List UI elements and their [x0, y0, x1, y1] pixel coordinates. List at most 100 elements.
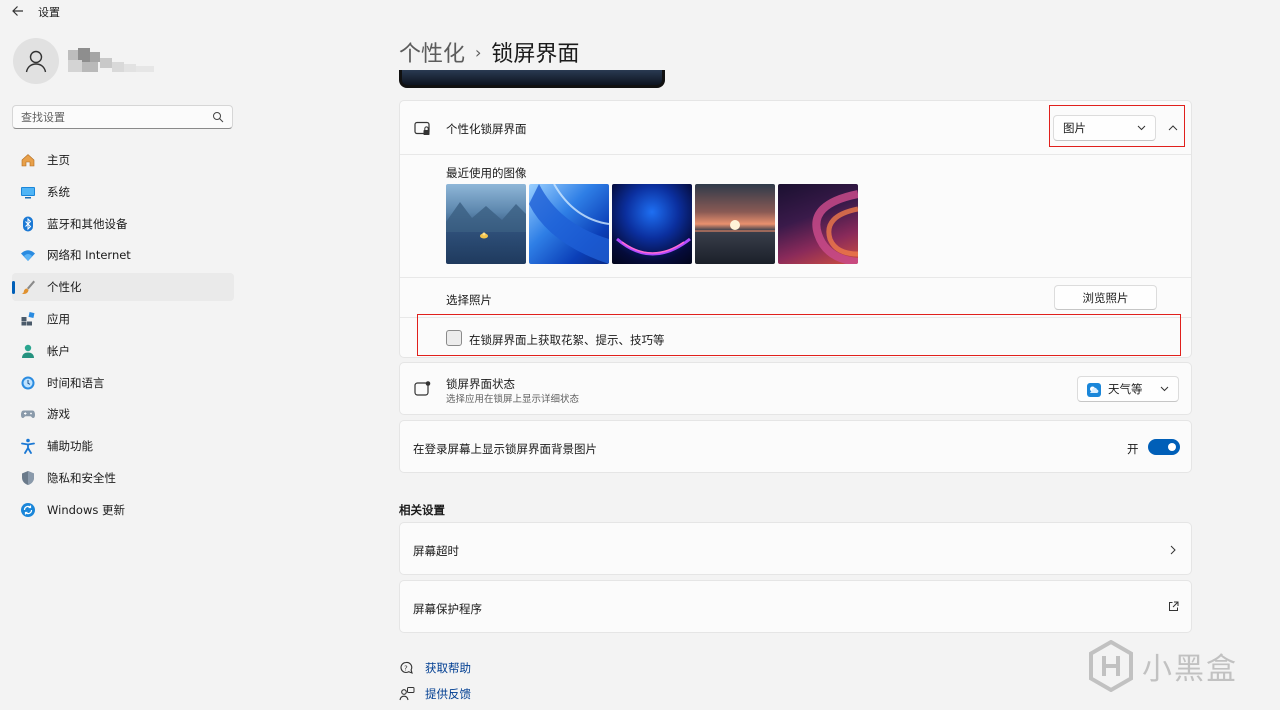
sidebar-item-network[interactable]: 网络和 Internet	[12, 241, 234, 269]
sidebar-item-label: 隐私和安全性	[47, 470, 116, 485]
sidebar-item-privacy[interactable]: 隐私和安全性	[12, 464, 234, 492]
search-input[interactable]	[13, 106, 203, 128]
recent-image-lake[interactable]	[446, 184, 526, 264]
sidebar-item-label: 辅助功能	[47, 439, 93, 454]
breadcrumb-separator: ›	[475, 42, 482, 62]
sidebar-item-label: 应用	[47, 311, 70, 326]
sidebar-item-gaming[interactable]: 游戏	[12, 400, 234, 428]
lockscreen-personalize-header[interactable]: 个性化锁屏界面 图片	[400, 101, 1191, 155]
chevron-down-icon	[1137, 125, 1146, 131]
brush-icon	[20, 279, 36, 295]
gamepad-icon	[20, 406, 36, 422]
lockscreen-personalize-title: 个性化锁屏界面	[446, 122, 527, 136]
screen-timeout-label: 屏幕超时	[413, 544, 459, 558]
tips-checkbox[interactable]	[446, 330, 462, 346]
sidebar-item-label: Windows 更新	[47, 502, 125, 517]
get-help-label[interactable]: 获取帮助	[425, 660, 471, 676]
sidebar-item-accounts[interactable]: 帐户	[12, 337, 234, 365]
status-title: 锁屏界面状态	[446, 377, 515, 391]
divider	[400, 317, 1191, 318]
account-icon	[20, 343, 36, 359]
apps-icon	[20, 311, 36, 327]
username-pixelated	[68, 48, 156, 74]
chevron-right-icon	[1170, 545, 1176, 555]
help-chat-icon: ?	[400, 661, 413, 674]
recent-images	[446, 184, 861, 264]
feedback-label[interactable]: 提供反馈	[425, 686, 471, 702]
recent-image-blue-orb[interactable]	[612, 184, 692, 264]
sidebar-item-label: 个性化	[47, 280, 82, 295]
back-arrow-icon[interactable]	[10, 3, 26, 19]
sidebar-item-label: 系统	[47, 184, 70, 199]
shield-icon	[20, 470, 36, 486]
toggle-state-label: 开	[1127, 442, 1139, 456]
sidebar-item-label: 时间和语言	[47, 375, 105, 390]
sidebar-item-label: 网络和 Internet	[47, 248, 131, 263]
dropdown-value: 天气等	[1108, 382, 1143, 396]
lockscreen-status-card: 锁屏界面状态 选择应用在锁屏上显示详细状态 天气等	[399, 362, 1192, 415]
sidebar-item-time-language[interactable]: 时间和语言	[12, 369, 234, 397]
status-app-dropdown[interactable]: 天气等	[1077, 376, 1179, 402]
sidebar-item-system[interactable]: 系统	[12, 178, 234, 206]
screensaver-label: 屏幕保护程序	[413, 602, 482, 616]
breadcrumb-parent[interactable]: 个性化	[399, 36, 465, 68]
search-box[interactable]	[12, 105, 233, 129]
page-title: 锁屏界面	[491, 42, 580, 67]
chevron-down-icon	[1160, 386, 1169, 392]
home-icon	[20, 152, 36, 168]
sidebar-item-label: 蓝牙和其他设备	[47, 216, 128, 231]
title-bar: 设置	[0, 0, 1280, 22]
sidebar-nav: 主页 系统 蓝牙和其他设备 网络和 Internet 个性化 应用 帐户 时间和…	[12, 146, 234, 528]
recent-images-label: 最近使用的图像	[446, 166, 527, 180]
collapse-button[interactable]	[1160, 115, 1186, 141]
sidebar-item-label: 帐户	[47, 343, 70, 358]
sidebar-item-apps[interactable]: 应用	[12, 305, 234, 333]
lockscreen-personalize-card: 个性化锁屏界面 图片 最近使用的图像 选择照片 浏览照片 在锁屏界面上获取花絮、…	[399, 100, 1192, 358]
time-language-icon	[20, 375, 36, 391]
chevron-up-icon	[1168, 125, 1178, 131]
divider	[400, 277, 1191, 278]
wifi-icon	[20, 247, 36, 263]
watermark-text: 小黑盒	[1142, 652, 1238, 687]
recent-image-sunset[interactable]	[695, 184, 775, 264]
user-icon	[25, 50, 47, 73]
weather-icon	[1087, 383, 1101, 397]
sidebar-item-label: 主页	[47, 153, 70, 167]
sidebar-item-accessibility[interactable]: 辅助功能	[12, 432, 234, 460]
sidebar-item-bluetooth[interactable]: 蓝牙和其他设备	[12, 210, 234, 238]
windows-update-icon	[20, 502, 36, 518]
status-widget-icon	[414, 381, 431, 396]
lockscreen-icon	[414, 121, 430, 135]
feedback-icon	[399, 687, 415, 701]
lockscreen-preview	[399, 70, 665, 88]
lockscreen-type-dropdown[interactable]: 图片	[1053, 115, 1156, 141]
search-icon	[213, 112, 224, 123]
signin-background-toggle[interactable]	[1148, 439, 1180, 455]
screen-timeout-row[interactable]: 屏幕超时	[399, 522, 1192, 575]
dropdown-value: 图片	[1063, 121, 1086, 135]
system-monitor-icon	[20, 184, 36, 200]
recent-image-swirl[interactable]	[778, 184, 858, 264]
bluetooth-icon	[20, 216, 36, 232]
external-link-icon	[1169, 601, 1179, 611]
sidebar-item-label: 游戏	[47, 407, 70, 422]
signin-background-title: 在登录屏幕上显示锁屏界面背景图片	[413, 442, 597, 456]
get-help-link[interactable]: ? 获取帮助	[399, 660, 471, 676]
svg-text:?: ?	[404, 665, 408, 673]
tips-checkbox-label[interactable]: 在锁屏界面上获取花絮、提示、技巧等	[469, 332, 665, 348]
xiaoheihe-watermark: 小黑盒	[1088, 636, 1258, 696]
xiaoheihe-logo-icon	[1089, 640, 1133, 692]
avatar[interactable]	[13, 38, 59, 84]
related-settings-heading: 相关设置	[399, 503, 445, 517]
app-title: 设置	[38, 6, 60, 19]
breadcrumb: 个性化 › 锁屏界面	[399, 36, 579, 68]
recent-image-bloom-blue[interactable]	[529, 184, 609, 264]
choose-photo-label: 选择照片	[446, 293, 492, 307]
screensaver-row[interactable]: 屏幕保护程序	[399, 580, 1192, 633]
status-subtitle: 选择应用在锁屏上显示详细状态	[446, 394, 580, 405]
sidebar-item-windows-update[interactable]: Windows 更新	[12, 496, 234, 524]
browse-photos-button[interactable]: 浏览照片	[1054, 285, 1157, 310]
sidebar-item-personalization[interactable]: 个性化	[12, 273, 234, 302]
sidebar-item-home[interactable]: 主页	[12, 146, 234, 174]
feedback-link[interactable]: 提供反馈	[399, 686, 471, 702]
